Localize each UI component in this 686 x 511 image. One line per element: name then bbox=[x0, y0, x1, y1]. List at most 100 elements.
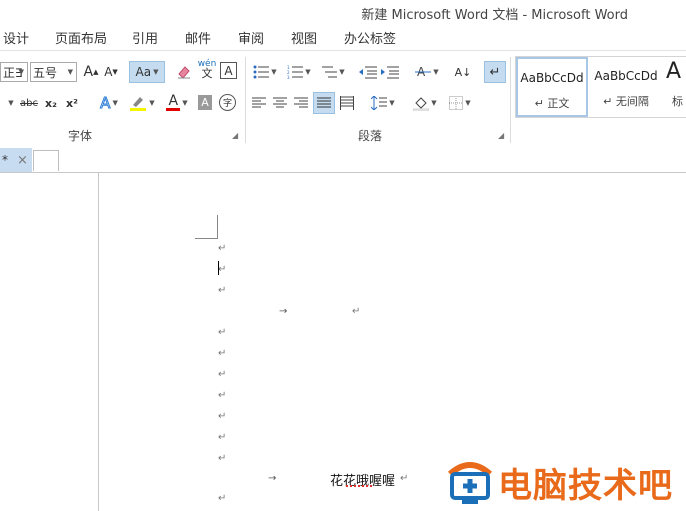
tab-office-tab[interactable]: 办公标签 bbox=[344, 28, 396, 47]
svg-text:3: 3 bbox=[287, 75, 290, 79]
enclose-char-button[interactable]: 字 bbox=[219, 94, 236, 111]
tab-page-layout[interactable]: 页面布局 bbox=[55, 28, 107, 47]
font-group-label: 字体 bbox=[68, 129, 93, 143]
style-normal[interactable]: AaBbCcDd ↵ 正文 bbox=[516, 57, 588, 117]
eraser-icon bbox=[178, 66, 190, 79]
shrink-font-button[interactable]: A ▼ bbox=[102, 62, 120, 82]
style-name: ↵ 无间隔 bbox=[603, 95, 649, 108]
paragraph-dialog-launcher-icon[interactable]: ◢ bbox=[498, 131, 504, 140]
close-icon[interactable]: × bbox=[17, 153, 28, 168]
paragraph-mark: ↵ bbox=[218, 285, 227, 296]
shrink-font-icon: A bbox=[104, 65, 113, 79]
styles-gallery: AaBbCcDd ↵ 正文 AaBbCcDd ↵ 无间隔 A 标 bbox=[515, 56, 686, 118]
grow-font-button[interactable]: A ▲ bbox=[82, 62, 100, 82]
strikethrough-button[interactable]: abc bbox=[18, 93, 40, 113]
decrease-indent-button[interactable] bbox=[358, 62, 378, 82]
text-cursor bbox=[218, 261, 219, 275]
paragraph-mark: ↵ bbox=[218, 493, 227, 504]
spelling-squiggle bbox=[346, 485, 372, 487]
multilevel-list-icon bbox=[322, 66, 338, 78]
new-tab-button[interactable] bbox=[33, 150, 59, 171]
increase-indent-icon bbox=[381, 66, 399, 79]
ribbon-tabs: 设计 页面布局 引用 邮件 审阅 视图 办公标签 bbox=[0, 26, 686, 48]
style-name: 标 bbox=[672, 95, 683, 108]
watermark: 电脑技术吧 bbox=[446, 458, 686, 508]
computer-logo-icon bbox=[447, 462, 493, 504]
justify-icon bbox=[317, 97, 331, 107]
window-title: 新建 Microsoft Word 文档 - Microsoft Word bbox=[361, 8, 628, 23]
paragraph-mark: ↵ bbox=[218, 264, 227, 275]
text-effects-button[interactable]: A ▼ bbox=[95, 93, 123, 113]
line-spacing-button[interactable]: ▼ bbox=[368, 93, 398, 113]
paragraph-mark: ↵ bbox=[400, 473, 409, 484]
align-center-button[interactable] bbox=[271, 93, 289, 113]
increase-indent-button[interactable] bbox=[380, 62, 400, 82]
tab-view[interactable]: 视图 bbox=[291, 28, 317, 47]
borders-button[interactable]: ▼ bbox=[445, 93, 475, 113]
align-center-icon bbox=[273, 97, 287, 107]
strikethrough-icon: abc bbox=[20, 97, 38, 109]
chevron-down-icon: ▼ bbox=[67, 68, 73, 76]
style-name: ↵ 正文 bbox=[534, 97, 570, 110]
bullets-button[interactable]: ▼ bbox=[250, 62, 280, 82]
superscript-icon: x² bbox=[66, 96, 78, 110]
superscript-button[interactable]: x² bbox=[64, 93, 80, 113]
style-heading[interactable]: A 标 bbox=[664, 57, 686, 117]
multilevel-list-button[interactable]: ▼ bbox=[318, 62, 348, 82]
margin-marker bbox=[195, 238, 217, 239]
align-left-button[interactable] bbox=[250, 93, 268, 113]
document-tab-bar: * × bbox=[0, 146, 686, 173]
font-color-icon: A bbox=[168, 93, 179, 109]
paragraph-mark: ↵ bbox=[218, 432, 227, 443]
asian-layout-icon: A bbox=[415, 65, 432, 79]
paragraph-mark: ↵ bbox=[218, 348, 227, 359]
ribbon: 正∃ ▼ 五号 ▼ A ▲ A ▼ Aa ▼ wén 文 A ▼ abc x₂ x² A… bbox=[0, 50, 686, 147]
char-border-button[interactable]: A bbox=[220, 62, 237, 79]
underline-dropdown[interactable]: ▼ bbox=[5, 93, 15, 113]
font-color-button[interactable]: A ▼ bbox=[162, 93, 192, 113]
tab-review[interactable]: 审阅 bbox=[238, 28, 264, 47]
font-name-combo[interactable]: 正∃ ▼ bbox=[0, 62, 28, 82]
margin-marker bbox=[217, 215, 218, 239]
line-spacing-icon bbox=[371, 96, 388, 110]
group-divider bbox=[245, 57, 246, 143]
subscript-icon: x₂ bbox=[45, 96, 57, 110]
tab-mailings[interactable]: 邮件 bbox=[185, 28, 211, 47]
change-case-icon: Aa bbox=[135, 65, 152, 79]
text-effects-icon: A bbox=[100, 94, 111, 113]
paragraph-mark-icon: ↵ bbox=[489, 64, 501, 80]
navigation-pane bbox=[0, 173, 99, 511]
highlight-button[interactable]: ▼ bbox=[127, 93, 157, 113]
font-dialog-launcher-icon[interactable]: ◢ bbox=[232, 131, 238, 140]
paragraph-mark: ↵ bbox=[218, 369, 227, 380]
decrease-indent-icon bbox=[359, 66, 377, 79]
doc-tab-active[interactable]: * × bbox=[0, 148, 32, 172]
align-right-button[interactable] bbox=[292, 93, 310, 113]
asian-layout-button[interactable]: A ▼ bbox=[412, 62, 442, 82]
font-size-combo[interactable]: 五号 ▼ bbox=[30, 62, 77, 82]
numbering-button[interactable]: 1 2 3 ▼ bbox=[284, 62, 314, 82]
paint-bucket-icon bbox=[413, 97, 430, 111]
highlighter-icon bbox=[130, 97, 147, 111]
style-sample: AaBbCcDd bbox=[594, 69, 658, 83]
bullet-list-icon bbox=[253, 65, 270, 79]
paragraph-mark: ↵ bbox=[218, 327, 227, 338]
show-marks-button[interactable]: ↵ bbox=[484, 61, 506, 83]
phonetic-guide-button[interactable]: wén 文 bbox=[197, 59, 217, 80]
clear-format-button[interactable] bbox=[175, 62, 193, 82]
subscript-button[interactable]: x₂ bbox=[43, 93, 59, 113]
sort-button[interactable]: A↓ bbox=[453, 62, 473, 82]
tab-mark: → bbox=[268, 473, 277, 484]
tab-references[interactable]: 引用 bbox=[132, 28, 158, 47]
tab-design[interactable]: 设计 bbox=[3, 28, 29, 47]
char-shading-button[interactable]: A bbox=[198, 95, 212, 110]
change-case-button[interactable]: Aa ▼ bbox=[129, 61, 165, 83]
style-no-spacing[interactable]: AaBbCcDd ↵ 无间隔 bbox=[590, 57, 662, 117]
group-divider bbox=[510, 57, 511, 143]
distributed-button[interactable] bbox=[338, 93, 356, 113]
justify-button[interactable] bbox=[313, 92, 335, 114]
paragraph-mark: ↵ bbox=[352, 306, 361, 317]
paragraph-mark: ↵ bbox=[218, 390, 227, 401]
shading-button[interactable]: ▼ bbox=[410, 93, 440, 113]
align-right-icon bbox=[294, 97, 308, 107]
